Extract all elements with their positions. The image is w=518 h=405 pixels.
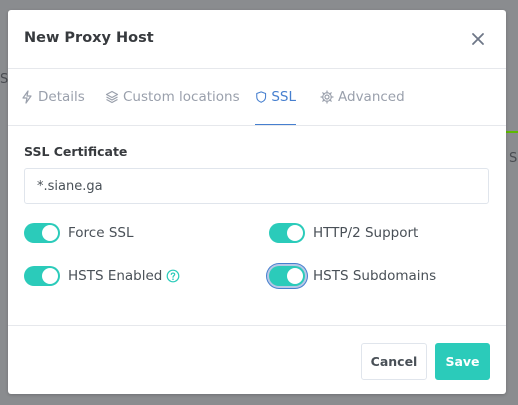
- save-button[interactable]: Save: [435, 343, 490, 380]
- force-ssl-toggle[interactable]: Force SSL: [24, 223, 133, 243]
- hsts-enabled-toggle[interactable]: HSTS Enabled: [24, 266, 180, 286]
- http2-support-label: HTTP/2 Support: [313, 225, 419, 241]
- force-ssl-label: Force SSL: [68, 225, 134, 241]
- tab-ssl[interactable]: SSL: [255, 69, 296, 125]
- hsts-subdomains-label: HSTS Subdomains: [313, 268, 437, 284]
- tab-custom-locations[interactable]: Custom locations: [105, 69, 240, 125]
- gear-icon: [320, 90, 334, 104]
- http2-support-toggle[interactable]: HTTP/2 Support: [269, 223, 418, 243]
- ssl-certificate-input[interactable]: [24, 168, 489, 204]
- tab-details-label: Details: [38, 89, 85, 105]
- background-accent-line: [506, 131, 518, 133]
- modal-title: New Proxy Host: [24, 30, 154, 46]
- cancel-button[interactable]: Cancel: [361, 343, 427, 380]
- tab-custom-locations-label: Custom locations: [123, 89, 240, 105]
- hsts-subdomains-toggle[interactable]: HSTS Subdomains: [269, 266, 436, 286]
- tab-advanced-label: Advanced: [338, 89, 405, 105]
- question-circle-icon[interactable]: [166, 269, 180, 283]
- hsts-enabled-switch[interactable]: [24, 266, 60, 286]
- ssl-certificate-label: SSL Certificate: [24, 144, 128, 159]
- force-ssl-switch[interactable]: [24, 223, 60, 243]
- http2-support-switch[interactable]: [269, 223, 305, 243]
- modal-header: New Proxy Host: [8, 10, 506, 69]
- close-icon[interactable]: [470, 31, 486, 47]
- tab-bar: Details Custom locations SSL Advanced: [8, 69, 506, 126]
- new-proxy-host-modal: New Proxy Host Details Custom locations: [8, 10, 506, 394]
- modal-footer: Cancel Save: [8, 325, 506, 395]
- shield-icon: [256, 90, 267, 103]
- lightning-icon: [22, 90, 32, 104]
- tab-details[interactable]: Details: [20, 69, 85, 125]
- background-text-right: S: [509, 151, 518, 166]
- tab-ssl-label: SSL: [271, 88, 296, 105]
- hsts-subdomains-switch[interactable]: [269, 266, 305, 286]
- layers-icon: [105, 90, 119, 104]
- hsts-enabled-label: HSTS Enabled: [68, 268, 163, 284]
- tab-advanced[interactable]: Advanced: [320, 69, 405, 125]
